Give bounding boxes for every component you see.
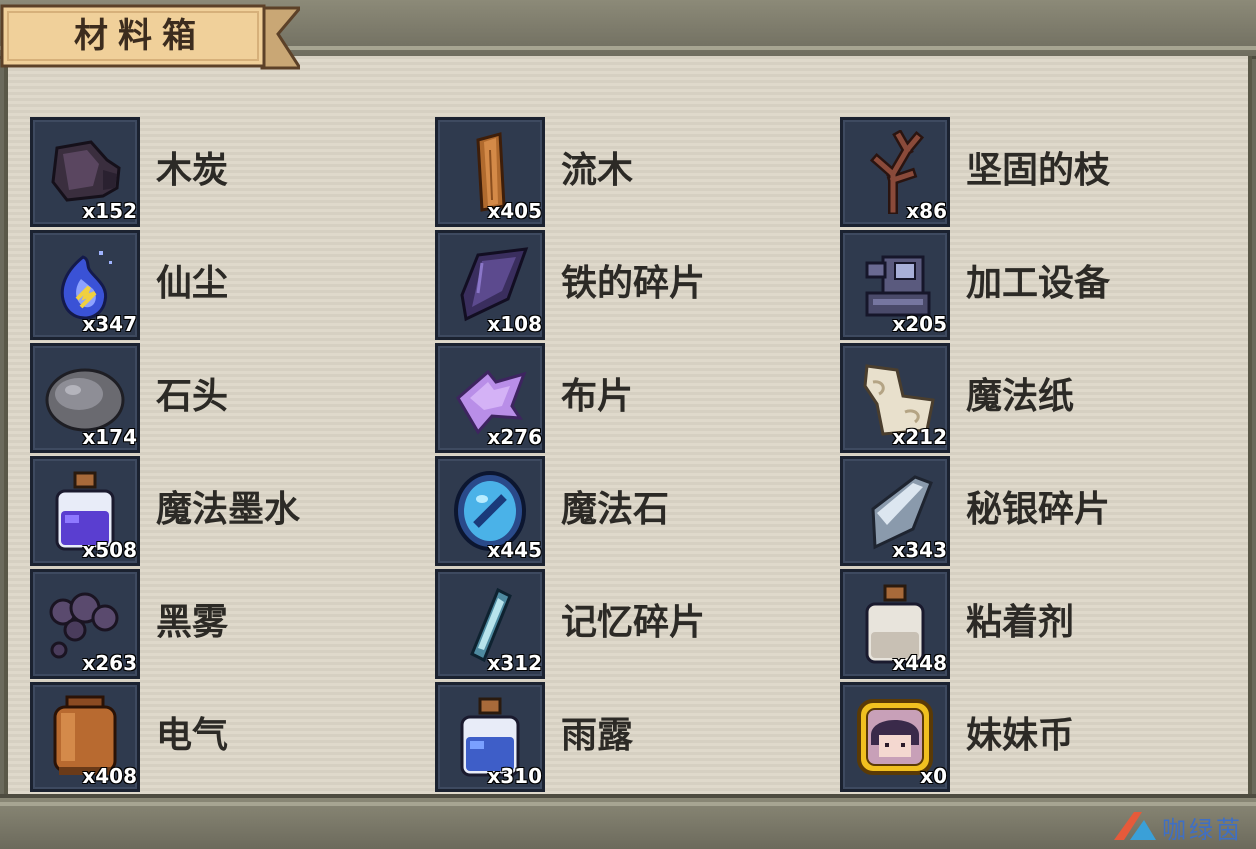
item-slot[interactable]: x174 — [30, 343, 140, 453]
item-name: 铁的碎片 — [561, 263, 706, 304]
item-count: x508 — [82, 538, 137, 562]
item-slot[interactable]: x405 — [435, 117, 545, 227]
item-count: x205 — [892, 312, 947, 336]
item-name: 木炭 — [156, 150, 229, 191]
item-slot[interactable]: x152 — [30, 117, 140, 227]
item-name: 流木 — [561, 150, 634, 191]
watermark-text: 咖绿茵 — [1162, 816, 1243, 844]
item-count: x212 — [892, 425, 947, 449]
item-count: x405 — [487, 199, 542, 223]
material-item-iron-fragment[interactable]: x108 铁的碎片 — [435, 230, 840, 343]
material-item-electricity[interactable]: x408 电气 — [30, 682, 435, 795]
material-item-memory-fragment[interactable]: x312 记忆碎片 — [435, 569, 840, 682]
item-slot[interactable]: x0 — [840, 682, 950, 792]
item-count: x343 — [892, 538, 947, 562]
item-slot[interactable]: x448 — [840, 569, 950, 679]
title-banner: 材料箱 — [0, 4, 300, 72]
material-item-magic-ink[interactable]: x508 魔法墨水 — [30, 456, 435, 569]
item-slot[interactable]: x212 — [840, 343, 950, 453]
item-name: 妹妹币 — [966, 715, 1075, 756]
item-slot[interactable]: x86 — [840, 117, 950, 227]
material-item-black-fog[interactable]: x263 黑雾 — [30, 569, 435, 682]
item-count: x312 — [487, 651, 542, 675]
item-slot[interactable]: x408 — [30, 682, 140, 792]
item-name: 布片 — [561, 376, 634, 417]
material-item-stone[interactable]: x174 石头 — [30, 343, 435, 456]
material-item-charcoal[interactable]: x152 木炭 — [30, 117, 435, 230]
item-slot[interactable]: x205 — [840, 230, 950, 340]
item-slot[interactable]: x310 — [435, 682, 545, 792]
item-slot[interactable]: x445 — [435, 456, 545, 566]
item-slot[interactable]: x263 — [30, 569, 140, 679]
site-watermark: 咖绿茵 — [1112, 808, 1252, 844]
item-count: x276 — [487, 425, 542, 449]
material-item-adhesive[interactable]: x448 粘着剂 — [840, 569, 1245, 682]
item-name: 记忆碎片 — [561, 602, 706, 643]
item-name: 坚固的枝 — [966, 150, 1111, 191]
material-item-mithril-fragment[interactable]: x343 秘银碎片 — [840, 456, 1245, 569]
item-name: 仙尘 — [156, 263, 229, 304]
item-name: 黑雾 — [156, 602, 229, 643]
item-name: 电气 — [156, 715, 229, 756]
item-count: x86 — [906, 199, 947, 223]
item-slot[interactable]: x108 — [435, 230, 545, 340]
material-item-magic-paper[interactable]: x212 魔法纸 — [840, 343, 1245, 456]
item-name: 粘着剂 — [966, 602, 1075, 643]
item-count: x445 — [487, 538, 542, 562]
item-name: 魔法墨水 — [156, 489, 301, 530]
item-slot[interactable]: x347 — [30, 230, 140, 340]
material-item-sturdy-branch[interactable]: x86 坚固的枝 — [840, 117, 1245, 230]
watermark-logo-icon — [1114, 812, 1156, 840]
item-count: x263 — [82, 651, 137, 675]
item-count: x347 — [82, 312, 137, 336]
item-count: x310 — [487, 764, 542, 788]
material-item-fairy-dust[interactable]: x347 仙尘 — [30, 230, 435, 343]
item-count: x448 — [892, 651, 947, 675]
material-item-sister-coin[interactable]: x0 妹妹币 — [840, 682, 1245, 795]
item-name: 魔法石 — [561, 489, 670, 530]
item-count: x152 — [82, 199, 137, 223]
item-name: 雨露 — [561, 715, 634, 756]
item-slot[interactable]: x312 — [435, 569, 545, 679]
item-count: x174 — [82, 425, 137, 449]
item-slot[interactable]: x508 — [30, 456, 140, 566]
material-item-magic-stone[interactable]: x445 魔法石 — [435, 456, 840, 569]
material-item-rain-dew[interactable]: x310 雨露 — [435, 682, 840, 795]
item-count: x0 — [920, 764, 947, 788]
bottom-frame-band — [0, 794, 1256, 849]
item-name: 秘银碎片 — [966, 489, 1111, 530]
material-item-driftwood[interactable]: x405 流木 — [435, 117, 840, 230]
item-name: 加工设备 — [966, 263, 1111, 304]
item-name: 石头 — [156, 376, 229, 417]
item-name: 魔法纸 — [966, 376, 1075, 417]
material-item-cloth-piece[interactable]: x276 布片 — [435, 343, 840, 456]
item-slot[interactable]: x276 — [435, 343, 545, 453]
item-count: x408 — [82, 764, 137, 788]
item-count: x108 — [487, 312, 542, 336]
page-title: 材料箱 — [74, 16, 206, 56]
item-slot[interactable]: x343 — [840, 456, 950, 566]
materials-grid: x152 木炭 x405 流木 x86 坚固的枝 x347 仙尘 x108 铁的… — [30, 117, 1245, 795]
material-item-processing-equipment[interactable]: x205 加工设备 — [840, 230, 1245, 343]
